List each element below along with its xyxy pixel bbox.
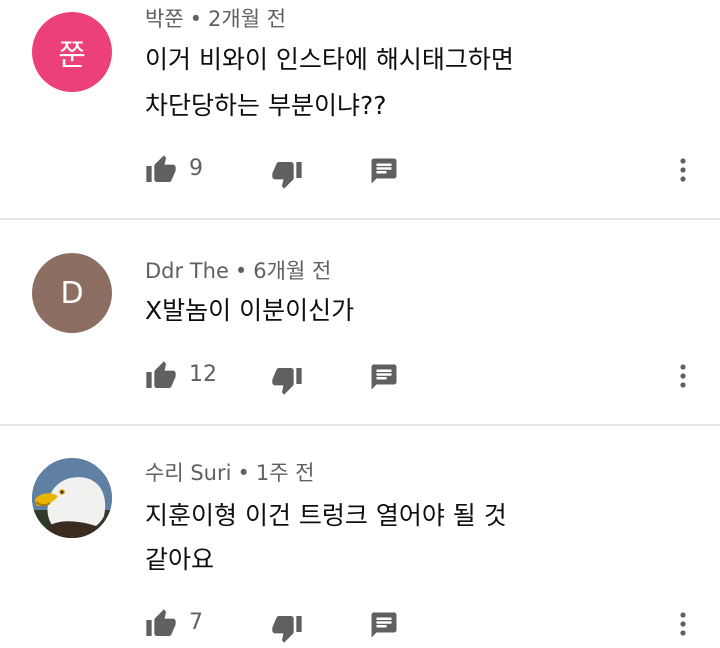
more-options-button[interactable]	[671, 360, 695, 392]
thumb-up-icon	[146, 155, 176, 182]
thumb-down-icon	[272, 616, 302, 643]
thumb-down-icon	[272, 162, 302, 189]
more-vert-icon	[680, 612, 686, 636]
more-options-button[interactable]	[671, 608, 695, 640]
reply-button[interactable]	[369, 156, 399, 186]
avatar[interactable]	[32, 458, 112, 538]
like-button[interactable]	[145, 360, 177, 392]
avatar[interactable]: 쭌	[32, 12, 112, 92]
more-vert-icon	[680, 364, 686, 388]
comment-author[interactable]: 박쭌	[145, 7, 184, 31]
reply-comment-icon	[371, 364, 397, 390]
comment-item: 수리 Suri • 1주 전 지훈이형 이건 트렁크 열어야 될 것 같아요 7	[0, 426, 720, 648]
bald-eagle-photo	[32, 458, 112, 538]
dislike-button[interactable]	[271, 612, 303, 644]
comment-text-line: 차단당하는 부분이냐??	[145, 91, 387, 120]
comment-actions: 12	[145, 360, 705, 395]
avatar[interactable]: D	[32, 253, 112, 333]
reply-button[interactable]	[369, 610, 399, 640]
comment-meta: 수리 Suri • 1주 전	[145, 457, 315, 487]
comment-author[interactable]: 수리 Suri	[145, 461, 231, 485]
like-button[interactable]	[145, 154, 177, 186]
comment-time: 6개월 전	[253, 259, 332, 283]
reply-comment-icon	[371, 158, 397, 184]
avatar-initial: D	[60, 275, 84, 311]
reply-button[interactable]	[369, 362, 399, 392]
avatar-initial: 쭌	[58, 38, 86, 73]
comment-text-line: 같아요	[145, 545, 215, 574]
meta-separator: •	[234, 259, 248, 283]
like-count: 7	[189, 610, 203, 635]
comment-text-line: 지훈이형 이건 트렁크 열어야 될 것	[145, 501, 507, 530]
comment-item: 쭌 박쭌 • 2개월 전 이거 비와이 인스타에 해시태그하면 차단당하는 부분이냐…	[0, 0, 720, 218]
comment-author[interactable]: Ddr The	[145, 259, 229, 283]
comment-meta: 박쭌 • 2개월 전	[145, 3, 286, 33]
comment-time: 2개월 전	[208, 7, 287, 31]
like-count: 9	[189, 156, 203, 181]
dislike-button[interactable]	[271, 364, 303, 396]
meta-separator: •	[189, 7, 203, 31]
more-vert-icon	[680, 158, 686, 182]
like-button[interactable]	[145, 608, 177, 640]
dislike-button[interactable]	[271, 158, 303, 190]
comment-actions: 7	[145, 608, 705, 643]
comment-meta: Ddr The • 6개월 전	[145, 255, 331, 285]
comment-text-line: 이거 비와이 인스타에 해시태그하면	[145, 45, 514, 74]
like-count: 12	[189, 362, 217, 387]
more-options-button[interactable]	[671, 154, 695, 186]
thumb-up-icon	[146, 361, 176, 388]
comment-item: D Ddr The • 6개월 전 X발놈이 이분이신가 12	[0, 220, 720, 424]
meta-separator: •	[237, 461, 250, 485]
thumb-up-icon	[146, 609, 176, 636]
comment-actions: 9	[145, 154, 705, 189]
comment-text-line: X발놈이 이분이신가	[145, 296, 355, 325]
comment-time: 1주 전	[255, 461, 315, 485]
reply-comment-icon	[371, 612, 397, 638]
thumb-down-icon	[272, 368, 302, 395]
